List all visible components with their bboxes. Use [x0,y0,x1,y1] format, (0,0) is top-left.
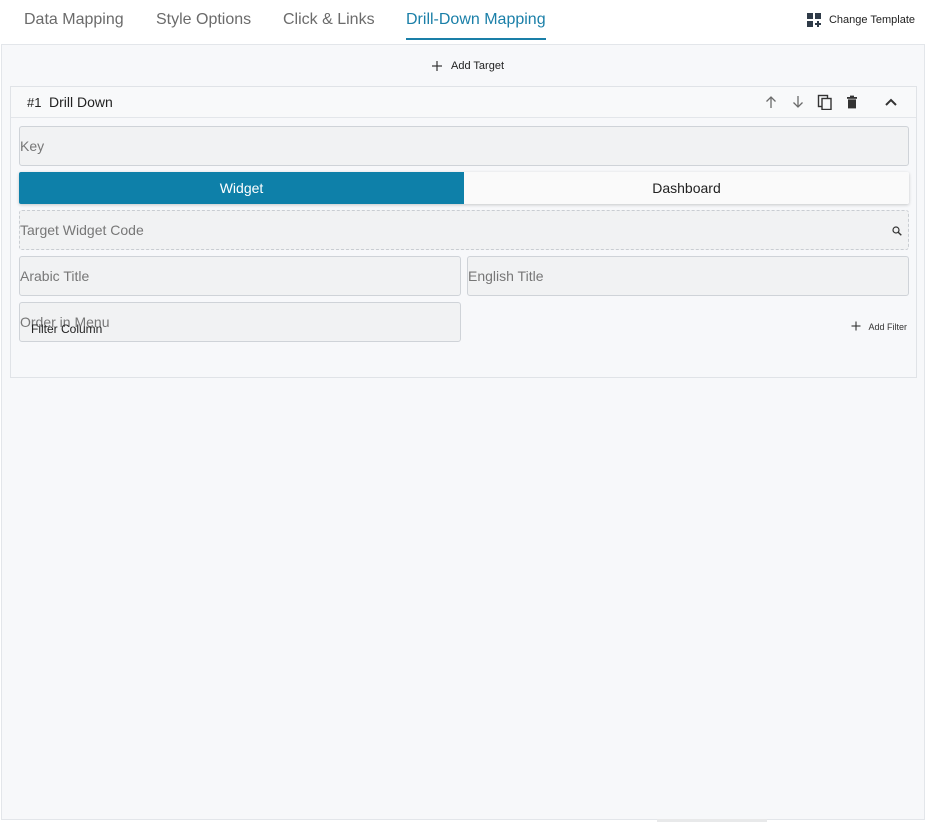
tab-click-links[interactable]: Click & Links [283,0,375,40]
filter-column-label: Filter Column [31,322,103,336]
drill-down-card: #1 Drill Down Key Widget Dashboard Targe… [10,86,917,378]
add-target-label: Add Target [451,60,505,72]
tab-data-mapping[interactable]: Data Mapping [24,0,124,40]
tab-bar: Data Mapping Style Options Click & Links… [0,0,926,44]
change-template-label: Change Template [828,14,915,26]
target-widget-code-field[interactable] [19,210,909,250]
key-input[interactable] [20,127,908,165]
active-tab-indicator [406,38,546,40]
add-filter-button[interactable]: Add Filter [851,321,907,333]
chevron-up-icon[interactable] [882,93,900,111]
tab-drill-down-mapping[interactable]: Drill-Down Mapping [406,0,546,40]
arrow-up-icon[interactable] [762,93,780,111]
dashboard-add-icon [806,13,821,27]
card-number: #1 [27,95,42,110]
change-template-button[interactable]: Change Template [806,12,915,28]
card-title: Drill Down [49,94,113,110]
arabic-title-field[interactable] [19,256,461,296]
plus-icon [431,60,443,72]
english-title-input[interactable] [468,257,908,295]
arabic-title-input[interactable] [20,257,460,295]
key-field[interactable] [19,126,909,166]
english-title-field[interactable] [467,256,909,296]
target-widget-code-input[interactable] [20,211,908,249]
add-filter-label: Add Filter [868,322,907,332]
target-type-toggle: Widget Dashboard [19,172,909,204]
copy-icon[interactable] [816,93,834,111]
arrow-down-icon[interactable] [789,93,807,111]
drill-down-panel: Add Target #1 Drill Down Key Widget Dash… [1,44,925,820]
tab-style-options[interactable]: Style Options [156,0,251,40]
toggle-widget-button[interactable]: Widget [19,172,464,204]
trash-icon[interactable] [843,93,861,111]
card-header: #1 Drill Down [11,87,916,118]
card-actions [753,93,900,111]
toggle-dashboard-button[interactable]: Dashboard [464,172,909,204]
search-icon[interactable] [892,223,902,236]
plus-icon [851,321,861,333]
add-target-button[interactable]: Add Target [431,59,504,73]
